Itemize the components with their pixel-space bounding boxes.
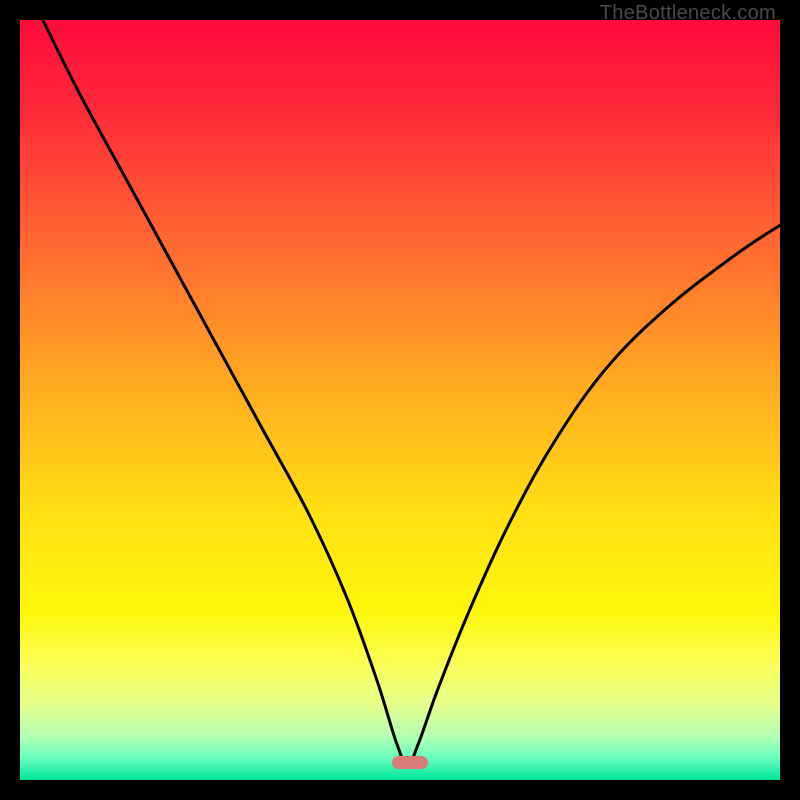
bottleneck-curve: [20, 20, 780, 780]
chart-frame: TheBottleneck.com: [0, 0, 800, 800]
plot-area: [20, 20, 780, 780]
optimum-marker: [392, 756, 428, 769]
